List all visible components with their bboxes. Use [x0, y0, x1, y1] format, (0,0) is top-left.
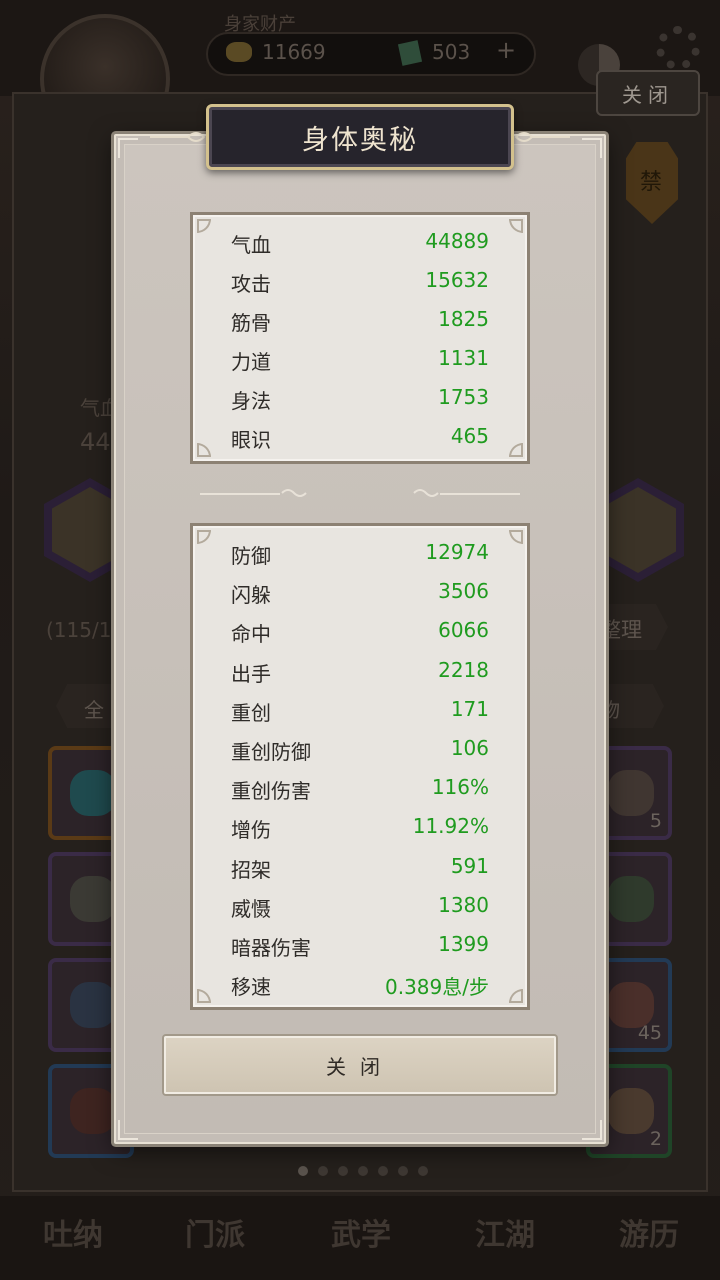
stat-label: 暗器伤害	[231, 936, 311, 960]
stat-label: 筋骨	[231, 311, 271, 335]
corner-ornament	[118, 1120, 138, 1140]
stat-value: 3506	[438, 579, 489, 604]
stat-row: 命中 6066	[231, 618, 489, 648]
corner-ornament	[582, 1120, 602, 1140]
stat-row: 移速 0.389息/步	[231, 971, 489, 1001]
stat-row: 重创防御 106	[231, 736, 489, 766]
gold-amount: 11669	[262, 40, 326, 64]
title-ornament-right	[514, 132, 570, 142]
stat-label: 增伤	[231, 818, 271, 843]
stat-row: 出手 2218	[231, 658, 489, 688]
stat-value: 591	[450, 853, 489, 878]
nav-youli: 游历	[619, 1218, 679, 1253]
stat-label: 重创防御	[231, 740, 311, 764]
bag-count-partial: (115/16	[46, 618, 125, 642]
stat-value: 11.92%	[412, 814, 489, 839]
stat-value: 1825	[438, 307, 489, 331]
sort-label: 整理	[600, 618, 642, 642]
nav-menpai: 门派	[185, 1218, 245, 1253]
divider-swirl-left	[281, 489, 307, 497]
stat-label: 重创	[231, 700, 271, 725]
slot-count: 5	[649, 810, 662, 832]
slot-count: 2	[649, 1128, 662, 1150]
title-ornament-left	[150, 132, 206, 142]
stat-value: 6066	[438, 618, 489, 643]
stat-row: 筋骨 1825	[231, 307, 489, 337]
resource-bar	[206, 32, 536, 76]
stats-divider	[200, 492, 520, 496]
stat-row: 攻击 15632	[231, 268, 489, 298]
stat-row: 闪躲 3506	[231, 579, 489, 609]
stat-label: 气血	[231, 233, 271, 257]
stat-label: 身法	[231, 389, 271, 413]
stat-row: 增伤 11.92%	[231, 814, 489, 844]
stat-label: 招架	[231, 857, 271, 882]
stat-label: 眼识	[231, 428, 271, 452]
primary-stats-box: 气血 44889 攻击 15632 筋骨 1825 力道 1131 身法 1753 眼识 465	[190, 212, 530, 464]
dialog-title-plate: 身体奥秘	[206, 104, 514, 170]
stat-label: 防御	[231, 544, 271, 568]
dialog-title: 身体奥秘	[302, 124, 418, 156]
close-panel-button: 关闭	[596, 70, 700, 116]
stat-value: 171	[450, 696, 489, 721]
hp-value-partial: 44	[80, 428, 111, 456]
stat-value: 116%	[431, 775, 489, 800]
stat-row: 重创 171	[231, 697, 489, 727]
stat-row: 身法 1753	[231, 385, 489, 415]
nav-tuna: 吐纳	[43, 1218, 103, 1253]
stat-value: 2218	[438, 657, 489, 682]
corner-ornament	[582, 138, 602, 158]
stat-row: 重创伤害 116%	[231, 775, 489, 805]
stat-value: 1131	[438, 346, 489, 370]
page-indicator	[298, 1166, 428, 1176]
secondary-stats-box: 防御 12974 闪躲 3506 命中 6066 出手 2218 重创 171 重创防御 106 重创伤…	[190, 523, 530, 1010]
stat-label: 移速	[231, 975, 271, 1000]
stat-row: 防御 12974	[231, 540, 489, 570]
stat-value: 1399	[438, 932, 489, 956]
stat-row: 气血 44889	[231, 229, 489, 259]
stat-label: 闪躲	[231, 583, 271, 608]
stat-row: 暗器伤害 1399	[231, 932, 489, 962]
nav-wuxue: 武学	[331, 1218, 391, 1253]
stat-label: 攻击	[231, 272, 271, 296]
plus-icon: +	[496, 36, 517, 64]
stat-value: 1753	[438, 385, 489, 409]
nav-jianghu: 江湖	[475, 1218, 535, 1253]
stat-value: 0.389息/步	[385, 975, 489, 1000]
filter-all-label: 全	[84, 698, 104, 722]
stat-row: 招架 591	[231, 854, 489, 884]
divider-swirl-right	[413, 489, 439, 497]
stat-label: 力道	[231, 350, 271, 374]
coin-icon	[226, 42, 252, 62]
stat-value: 44889	[425, 229, 489, 253]
slot-count: 45	[637, 1022, 662, 1044]
stat-row: 眼识 465	[231, 424, 489, 454]
stat-value: 106	[450, 736, 489, 760]
gear-icon	[656, 26, 700, 70]
stat-value: 12974	[425, 540, 489, 564]
stat-label: 威慑	[231, 896, 271, 921]
stat-value: 15632	[425, 268, 489, 292]
stat-row: 威慑 1380	[231, 893, 489, 923]
stat-row: 力道 1131	[231, 346, 489, 376]
stat-label: 出手	[231, 661, 271, 686]
stat-value: 1380	[438, 892, 489, 917]
corner-ornament	[118, 138, 138, 158]
banner-char: 禁	[640, 170, 663, 195]
stat-label: 重创伤害	[231, 779, 311, 804]
stat-label: 命中	[231, 622, 271, 647]
stat-value: 465	[450, 424, 489, 448]
close-button[interactable]: 关闭	[164, 1036, 556, 1094]
jade-amount: 503	[432, 40, 471, 64]
jade-icon	[397, 40, 423, 66]
